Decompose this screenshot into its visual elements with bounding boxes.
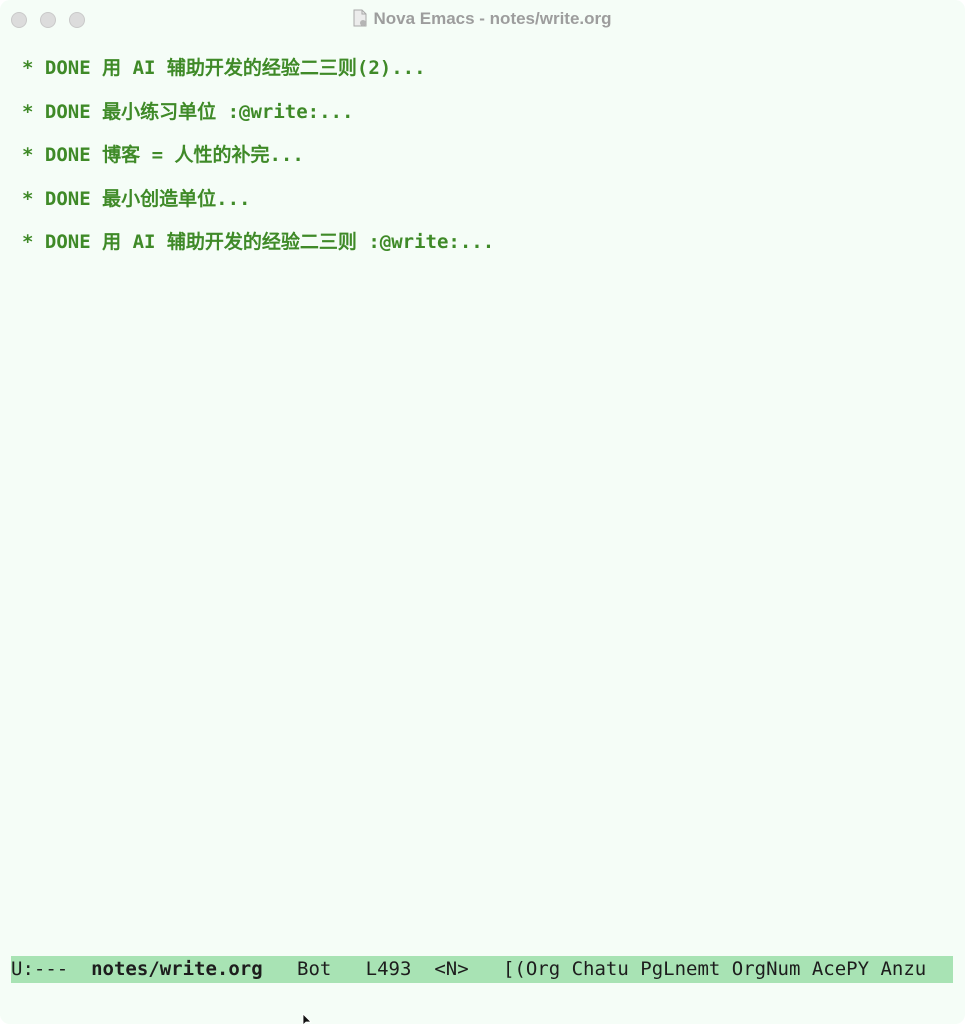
- heading-text: 用 AI 辅助开发的经验二三则 :@write:...: [102, 231, 495, 253]
- scroll-position: Bot: [297, 958, 332, 980]
- todo-keyword: DONE: [44, 231, 91, 253]
- buffer-name[interactable]: notes/write.org: [91, 956, 263, 983]
- evil-state: <N>: [434, 958, 469, 980]
- mode-line[interactable]: U:--- notes/write.org Bot L493 <N> [(Org…: [11, 956, 953, 983]
- mouse-pointer-icon: [302, 1014, 312, 1024]
- heading-text: 用 AI 辅助开发的经验二三则(2)...: [102, 57, 426, 79]
- line-number: L493: [365, 958, 412, 980]
- heading-bullet: *: [22, 57, 34, 79]
- org-heading[interactable]: * DONE 用 AI 辅助开发的经验二三则 :@write:...: [22, 226, 952, 270]
- org-heading[interactable]: * DONE 博客 = 人性的补完...: [22, 139, 952, 183]
- heading-bullet: *: [22, 144, 34, 166]
- heading-text: 博客 = 人性的补完...: [102, 144, 304, 166]
- heading-bullet: *: [22, 231, 34, 253]
- todo-keyword: DONE: [44, 100, 91, 123]
- buffer-state: U:---: [11, 958, 69, 980]
- todo-keyword: DONE: [44, 144, 91, 166]
- todo-keyword: DONE: [44, 187, 91, 210]
- heading-bullet: *: [22, 100, 34, 123]
- org-heading[interactable]: * DONE 最小创造单位...: [22, 183, 952, 227]
- title-bar[interactable]: Nova Emacs - notes/write.org: [0, 0, 965, 40]
- org-heading[interactable]: * DONE 最小练习单位 :@write:...: [22, 96, 952, 140]
- minibuffer[interactable]: [0, 985, 965, 1024]
- window-title-area: Nova Emacs - notes/write.org: [0, 8, 965, 30]
- todo-keyword: DONE: [44, 57, 91, 79]
- emacs-window: Nova Emacs - notes/write.org * DONE 用 AI…: [0, 0, 965, 1024]
- heading-text: 最小练习单位 :@write:...: [102, 100, 354, 123]
- window-title: Nova Emacs - notes/write.org: [373, 9, 612, 28]
- org-buffer[interactable]: * DONE 用 AI 辅助开发的经验二三则(2)... * DONE 最小练习…: [22, 52, 952, 270]
- heading-text: 最小创造单位...: [102, 187, 251, 210]
- mode-list[interactable]: [(Org Chatu PgLnemt OrgNum AcePY Anzu: [503, 956, 926, 983]
- heading-bullet: *: [22, 187, 34, 210]
- document-icon: [353, 9, 367, 27]
- org-heading[interactable]: * DONE 用 AI 辅助开发的经验二三则(2)...: [22, 52, 952, 96]
